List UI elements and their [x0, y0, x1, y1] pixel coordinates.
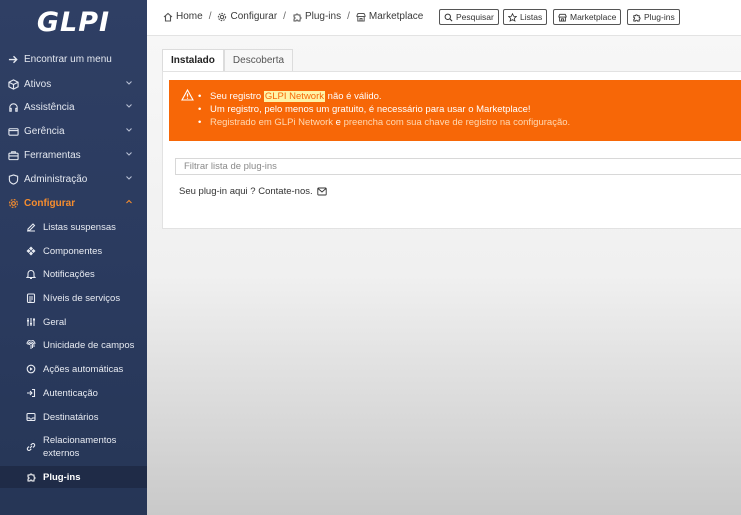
components-icon — [25, 245, 37, 257]
chevron-down-icon — [126, 128, 132, 132]
tabs: Instalado Descoberta — [162, 49, 294, 72]
main-content: Instalado Descoberta Seu registro GLPI N… — [147, 36, 741, 515]
star-icon — [508, 12, 517, 22]
alert-line-required: Um registro, pelo menos um gratuito, é n… — [198, 103, 570, 116]
puzzle-icon — [633, 13, 641, 22]
home-icon — [163, 12, 173, 22]
alert-line-invalid: Seu registro GLPI Network não é válido. — [198, 90, 570, 103]
tab-descoberta[interactable]: Descoberta — [223, 49, 294, 72]
register-link[interactable]: Registrado em GLPi Network — [210, 117, 333, 128]
wallet-icon — [7, 125, 19, 137]
breadcrumb-home[interactable]: Home — [163, 11, 203, 22]
plugins-button[interactable]: Plug-ins — [627, 9, 680, 25]
edit-icon — [25, 221, 37, 233]
chevron-up-icon — [126, 199, 132, 204]
sliders-icon — [25, 316, 37, 328]
envelope-icon — [316, 187, 327, 196]
submenu-item-relacionamentos-externos[interactable]: Relacionamentos externos — [0, 430, 147, 464]
plugins-panel: Seu registro GLPI Network não é válido. … — [162, 71, 741, 229]
plugin-filter-input[interactable]: Filtrar lista de plug-ins — [175, 158, 741, 175]
glpi-logo[interactable]: GLPI — [0, 0, 147, 44]
login-icon — [25, 387, 37, 399]
alert-messages: Seu registro GLPI Network não é válido. … — [198, 90, 570, 129]
chevron-down-icon — [126, 176, 132, 180]
automation-icon — [25, 363, 37, 375]
submenu-item-destinatarios[interactable]: Destinatários — [0, 406, 147, 428]
gear-icon — [7, 197, 19, 209]
puzzle-icon — [25, 471, 37, 483]
inbox-icon — [25, 411, 37, 423]
submenu-item-acoes-automaticas[interactable]: Ações automáticas — [0, 358, 147, 380]
fingerprint-icon — [25, 339, 37, 351]
glpi-network-highlight: GLPI Network — [263, 91, 326, 102]
submenu-item-notificacoes[interactable]: Notificações — [0, 263, 147, 285]
submenu-item-plug-ins[interactable]: Plug-ins — [0, 466, 147, 488]
warning-icon — [181, 89, 194, 101]
breadcrumb-configurar[interactable]: Configurar — [217, 11, 277, 22]
config-key-link[interactable]: preencha com sua chave de registro na co… — [344, 117, 571, 128]
chevron-down-icon — [126, 104, 132, 108]
contact-line[interactable]: Seu plug-in aqui ? Contate-nos. — [179, 186, 327, 197]
sidebar-item-assistencia[interactable]: Assistência — [0, 96, 147, 118]
breadcrumb-plug-ins[interactable]: Plug-ins — [292, 11, 341, 22]
sidebar-item-ferramentas[interactable]: Ferramentas — [0, 144, 147, 166]
sidebar: GLPI Encontrar um menu Ativos Assistênci… — [0, 0, 147, 515]
search-icon — [444, 13, 453, 21]
chevron-down-icon — [126, 81, 132, 85]
sidebar-item-ativos[interactable]: Ativos — [0, 73, 147, 95]
briefcase-icon — [7, 149, 19, 161]
submenu-item-niveis-de-servicos[interactable]: Níveis de serviços — [0, 287, 147, 309]
sidebar-item-administracao[interactable]: Administração — [0, 168, 147, 190]
submenu-item-unicidade-de-campos[interactable]: Unicidade de campos — [0, 334, 147, 356]
gear-icon — [218, 12, 227, 21]
submenu-item-geral[interactable]: Geral — [0, 311, 147, 333]
bell-icon — [25, 268, 37, 280]
breadcrumb-marketplace[interactable]: Marketplace — [356, 11, 423, 22]
store-icon — [558, 13, 567, 22]
submenu-item-autenticacao[interactable]: Autenticação — [0, 382, 147, 404]
chevron-down-icon — [126, 152, 132, 156]
arrow-right-icon — [7, 53, 19, 65]
sidebar-item-configurar[interactable]: Configurar — [0, 192, 147, 214]
link-icon — [25, 441, 37, 453]
sidebar-item-gerencia[interactable]: Gerência — [0, 120, 147, 142]
submenu-item-listas-suspensas[interactable]: Listas suspensas — [0, 216, 147, 238]
top-bar: Home / Configurar / Plug-ins / Marketpla… — [147, 0, 741, 36]
submenu-item-componentes[interactable]: Componentes — [0, 240, 147, 262]
tab-instalado[interactable]: Instalado — [162, 49, 224, 72]
store-icon — [356, 12, 366, 21]
search-button[interactable]: Pesquisar — [439, 9, 499, 25]
breadcrumb: Home / Configurar / Plug-ins / Marketpla… — [163, 11, 423, 22]
lists-button[interactable]: Listas — [503, 9, 548, 25]
headset-icon — [7, 101, 19, 113]
sidebar-item-find-menu[interactable]: Encontrar um menu — [0, 48, 147, 70]
shield-icon — [7, 173, 19, 185]
alert-line-register: Registrado em GLPi Network e preencha co… — [198, 116, 570, 129]
marketplace-button[interactable]: Marketplace — [553, 9, 622, 25]
checklist-icon — [25, 292, 37, 304]
box-icon — [7, 78, 19, 90]
puzzle-icon — [293, 13, 302, 21]
registration-alert: Seu registro GLPI Network não é válido. … — [169, 80, 741, 141]
